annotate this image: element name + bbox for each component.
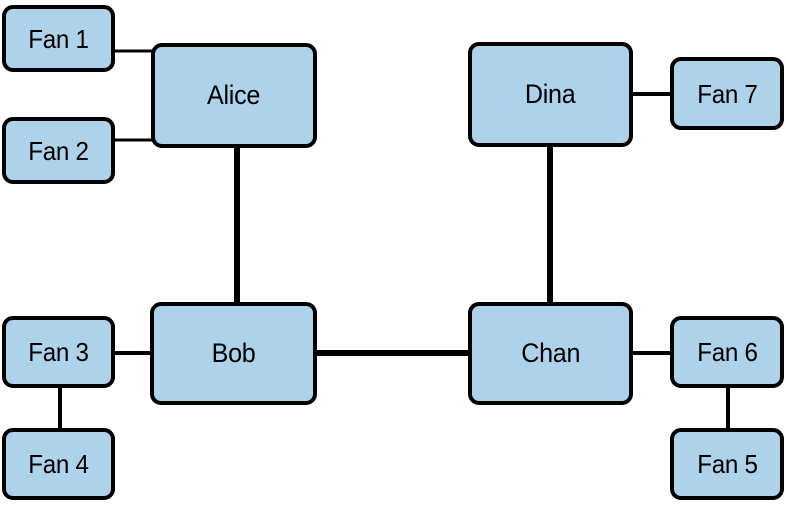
- node-fan5[interactable]: Fan 5: [670, 428, 784, 500]
- node-label-alice: Alice: [207, 80, 261, 110]
- node-dina[interactable]: Dina: [468, 42, 633, 147]
- node-label-fan7: Fan 7: [696, 78, 758, 109]
- node-fan2[interactable]: Fan 2: [2, 117, 115, 184]
- graph-diagram: Fan 1 Fan 2 Alice Dina Fan 7 Fan 3 Bob Chan Fan …: [0, 0, 786, 505]
- node-bob[interactable]: Bob: [150, 302, 317, 405]
- node-fan4[interactable]: Fan 4: [2, 428, 115, 500]
- node-label-fan6: Fan 6: [696, 337, 758, 367]
- node-layer: Fan 1 Fan 2 Alice Dina Fan 7 Fan 3 Bob Chan Fan …: [0, 0, 786, 505]
- node-fan7[interactable]: Fan 7: [670, 57, 784, 130]
- node-label-fan5: Fan 5: [696, 449, 758, 479]
- node-label-fan3: Fan 3: [28, 337, 89, 367]
- node-fan6[interactable]: Fan 6: [670, 316, 784, 388]
- node-chan[interactable]: Chan: [468, 302, 633, 405]
- node-fan1[interactable]: Fan 1: [2, 5, 115, 72]
- node-alice[interactable]: Alice: [151, 43, 317, 148]
- node-label-dina: Dina: [525, 79, 576, 109]
- node-label-fan1: Fan 1: [28, 23, 89, 54]
- node-label-fan2: Fan 2: [28, 135, 89, 166]
- node-label-bob: Bob: [211, 338, 256, 368]
- node-label-fan4: Fan 4: [28, 449, 89, 479]
- node-label-chan: Chan: [521, 338, 580, 368]
- node-fan3[interactable]: Fan 3: [2, 316, 115, 388]
